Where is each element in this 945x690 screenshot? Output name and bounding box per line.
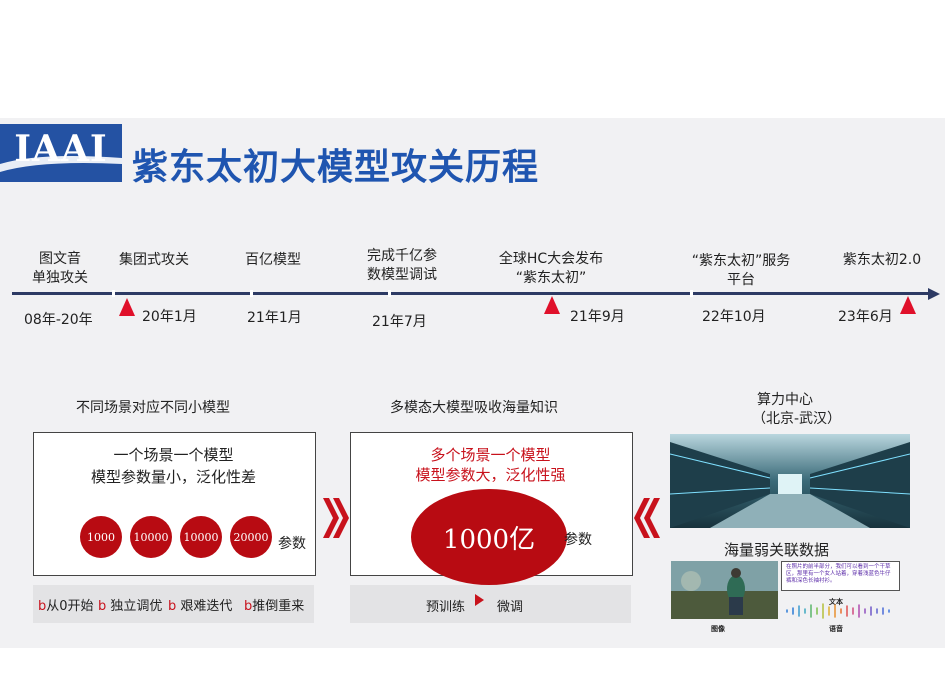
middle-box-line-1: 多个场景一个模型 <box>430 446 551 464</box>
param-circle: 1000 <box>80 516 122 558</box>
left-step-1: b从0开始 <box>38 599 94 614</box>
finetune-label: 微调 <box>497 600 524 615</box>
timeline-tick <box>388 290 391 297</box>
milestone-date-7: 23年6月 <box>838 309 893 325</box>
milestone-label-2: 集团式攻关 <box>119 252 189 268</box>
big-param-circle: 1000亿 <box>411 489 567 585</box>
timeline-tick <box>690 290 693 297</box>
left-panel-title: 不同场景对应不同小模型 <box>76 400 230 416</box>
left-step-4: b推倒重来 <box>244 599 305 614</box>
milestone-marker-icon <box>119 298 135 316</box>
milestone-label-3: 百亿模型 <box>245 252 301 268</box>
chevron-right-icon <box>323 498 349 538</box>
milestone-label-6: “紫东太初”服务 平台 <box>691 253 791 288</box>
middle-param-unit: 参数 <box>564 532 592 548</box>
compute-center-location: （北京-武汉） <box>752 411 842 427</box>
milestone-label-5: 全球HC大会发布 “紫东太初” <box>498 251 604 286</box>
milestone-marker-icon <box>900 296 916 314</box>
milestone-date-6: 22年10月 <box>702 309 766 325</box>
milestone-date-4: 21年7月 <box>372 314 427 330</box>
milestone-marker-icon <box>544 296 560 314</box>
pretrain-label: 预训练 <box>426 600 466 615</box>
timeline-tick <box>250 290 253 297</box>
milestone-date-1: 08年-20年 <box>24 312 93 328</box>
milestone-label-1: 图文音 单独攻关 <box>32 251 88 286</box>
milestone-label-7: 紫东太初2.0 <box>842 252 922 268</box>
milestone-date-3: 21年1月 <box>247 310 302 326</box>
arrow-right-icon <box>475 594 484 606</box>
left-box-line-2: 模型参数量小，泛化性差 <box>90 468 256 486</box>
data-title: 海量弱关联数据 <box>724 541 830 559</box>
timeline-tick <box>112 290 115 297</box>
milestone-label-4: 完成千亿参 数模型调试 <box>367 248 437 283</box>
left-box-line-1: 一个场景一个模型 <box>113 446 234 464</box>
param-circle: 10000 <box>180 516 222 558</box>
datacenter-image <box>670 434 910 528</box>
timeline-arrow-icon <box>928 288 940 300</box>
left-step-3: b 艰难迭代 <box>168 599 233 614</box>
page-title: 紫东太初大模型攻关历程 <box>132 147 540 188</box>
sample-text-card: 在照片的前半部分，我们可以看到一个干草区，那里有一个女人站着，穿着浅蓝色牛仔裤和… <box>781 561 900 591</box>
param-circle: 10000 <box>130 516 172 558</box>
milestone-date-5: 21年9月 <box>570 309 625 325</box>
middle-panel-title: 多模态大模型吸收海量知识 <box>390 400 558 416</box>
middle-steps-bar <box>350 585 631 623</box>
milestone-date-2: 20年1月 <box>142 309 197 325</box>
sample-image-thumbnail <box>671 561 778 619</box>
left-step-2: b 独立调优 <box>98 599 163 614</box>
middle-box-line-2: 模型参数大，泛化性强 <box>415 466 566 484</box>
logo-text: IAAI <box>14 128 108 170</box>
audio-modality-label: 语音 <box>829 625 843 633</box>
timeline-axis <box>12 292 932 295</box>
audio-waveform-icon <box>786 603 890 619</box>
param-circle: 20000 <box>230 516 272 558</box>
left-param-unit: 参数 <box>278 536 306 552</box>
image-modality-label: 图像 <box>711 625 725 633</box>
compute-center-title: 算力中心 <box>757 392 813 408</box>
chevron-left-icon <box>634 498 660 538</box>
